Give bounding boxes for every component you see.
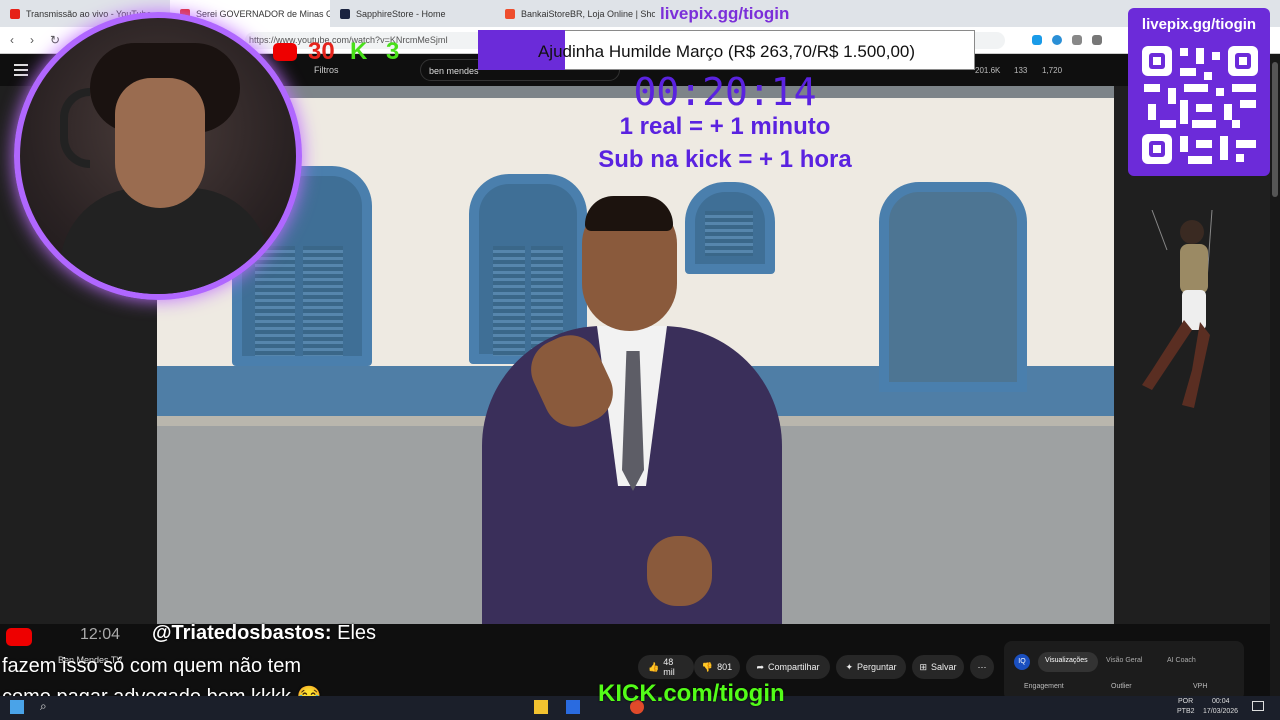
timer-rule-real: 1 real = + 1 minuto <box>619 113 831 140</box>
tab-label: Serei GOVERNADOR de Minas G <box>196 8 330 19</box>
search-icon[interactable]: ⌕ <box>40 699 47 714</box>
forward-icon[interactable]: › <box>30 33 34 47</box>
menu-icon[interactable] <box>14 64 28 76</box>
qr-code-icon <box>1140 44 1260 166</box>
windows-start-icon[interactable] <box>10 700 24 714</box>
youtube-favicon-icon <box>10 8 20 19</box>
man-hair <box>585 196 673 231</box>
tab-visualizacoes[interactable]: Visualizações <box>1045 657 1088 664</box>
store-favicon-icon <box>340 8 350 19</box>
man-hand-phone <box>647 536 712 606</box>
streamer-face <box>115 78 205 208</box>
video-time: 12:04 <box>80 626 121 643</box>
filters-button[interactable]: Filtros <box>314 65 339 75</box>
notification-icon[interactable] <box>1252 701 1264 711</box>
chat-message-line2: fazem isso só com quem não tem <box>2 655 302 677</box>
webcam-circle <box>14 12 302 300</box>
more-actions-icon[interactable]: ⋯ <box>970 655 994 679</box>
share-button[interactable]: ➦ Compartilhar <box>746 655 830 679</box>
sidebar-icon[interactable] <box>1092 35 1102 45</box>
scrollbar-thumb[interactable] <box>1272 62 1278 197</box>
clock-time[interactable]: 00:04 <box>1212 698 1230 705</box>
iq-label: VPH <box>1193 683 1208 690</box>
tab-sapphirestore[interactable]: SapphireStore - Home <box>330 0 495 27</box>
anime-character-sticker <box>1142 210 1213 408</box>
chat-author: @Triatedosbastos: <box>152 622 332 644</box>
like-button[interactable]: 👍 48 mil <box>638 655 694 679</box>
thumb-down-icon: 👎 <box>701 661 714 672</box>
sparkle-icon: ✦ <box>845 661 854 672</box>
puzzle-icon[interactable] <box>1072 35 1082 45</box>
keyboard-layout[interactable]: PTB2 <box>1177 708 1195 715</box>
kick-banner: KICK.com/tiogin <box>598 680 785 707</box>
shutter <box>705 211 753 256</box>
qr-title: livepix.gg/tiogin <box>1141 16 1257 33</box>
stat-count: 1,720 <box>1042 66 1063 75</box>
youtube-chat-icon <box>6 628 32 646</box>
chat-message-line1: @Triatedosbastos: Eles <box>152 622 376 645</box>
back-icon[interactable]: ‹ <box>10 33 14 47</box>
iq-extension-panel <box>1004 641 1244 701</box>
share-icon: ➦ <box>756 661 764 672</box>
iq-badge-icon: IQ <box>1014 654 1030 670</box>
shutter <box>303 246 343 356</box>
clock-date[interactable]: 17/03/2026 <box>1203 708 1238 715</box>
kick-logo-icon: K <box>350 38 368 65</box>
youtube-viewer-count: 30 <box>308 38 335 65</box>
iq-label: Outlier <box>1111 683 1132 690</box>
headphones-icon <box>60 88 90 168</box>
stat-views: 201.6K <box>975 66 1001 75</box>
blue-door <box>879 182 1027 392</box>
tab-visao-geral[interactable]: Visão Geral <box>1106 657 1142 664</box>
tab-label: SapphireStore - Home <box>356 8 446 19</box>
reload-icon[interactable]: ↻ <box>50 33 60 47</box>
youtube-logo-icon <box>273 43 297 61</box>
tab-ai-coach[interactable]: AI Coach <box>1167 657 1196 664</box>
shutter <box>493 246 525 356</box>
chat-text: Eles <box>337 622 377 644</box>
shopee-favicon-icon <box>505 8 515 19</box>
bookmark-icon: ⊞ <box>919 661 928 672</box>
extension-icon[interactable] <box>1032 35 1042 45</box>
file-explorer-icon[interactable] <box>534 700 548 714</box>
donation-goal-text: Ajudinha Humilde Março (R$ 263,70/R$ 1.5… <box>537 42 916 61</box>
livepix-link-top: livepix.gg/tiogin <box>660 4 790 23</box>
tab-bankaistore[interactable]: BankaiStoreBR, Loja Online | Shopee <box>495 0 655 27</box>
dislike-button[interactable]: 👎 801 <box>694 655 740 679</box>
tab-label: BankaiStoreBR, Loja Online | Shopee <box>521 8 655 19</box>
vscode-icon[interactable] <box>566 700 580 714</box>
keyboard-lang[interactable]: POR <box>1178 698 1193 705</box>
thumb-up-icon: 👍 <box>648 661 660 672</box>
kick-viewer-count: 3 <box>386 38 400 65</box>
subathon-timer: 00:20:14 <box>633 70 817 114</box>
stat-count: 133 <box>1014 66 1028 75</box>
save-button[interactable]: ⊞ Salvar <box>912 655 964 679</box>
timer-rule-sub: Sub na kick = + 1 hora <box>598 146 852 173</box>
extension-icon[interactable] <box>1052 35 1062 45</box>
iq-label: Engagement <box>1024 683 1064 690</box>
ask-button[interactable]: ✦ Perguntar <box>836 655 906 679</box>
